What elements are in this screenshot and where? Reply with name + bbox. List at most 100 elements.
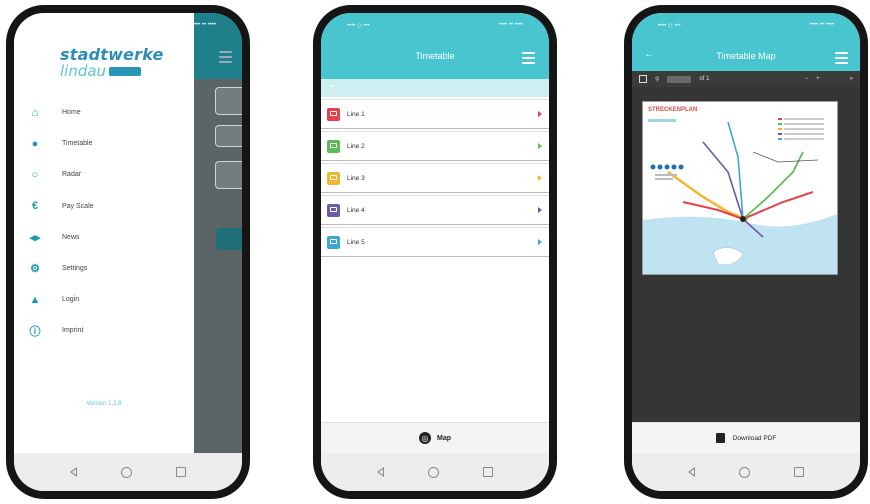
status-left: •••• ◇ ••• <box>658 22 681 29</box>
screen: •••• ◇ ••• •••• •• •••• ← Timetable Map … <box>632 13 860 491</box>
list-item-line-1[interactable]: Line 1 <box>321 99 549 129</box>
search-icon[interactable]: ⚲ <box>655 76 659 83</box>
chevron-right-icon <box>538 111 542 117</box>
chevron-right-icon <box>538 143 542 149</box>
android-nav-bar <box>14 453 242 491</box>
menu-label: Home <box>62 109 81 117</box>
status-bar: •••• ◇ ••• •••• •• •••• <box>321 13 549 37</box>
home-circle-icon[interactable] <box>121 466 132 478</box>
strip-text: ••• <box>329 84 335 90</box>
recents-icon[interactable] <box>794 467 804 477</box>
status-bar: •••• ◇ ••• •••• •• •••• <box>632 13 860 37</box>
radar-icon: ○ <box>31 168 39 181</box>
menu-label: Timetable <box>62 140 93 148</box>
line-label: Line 1 <box>347 110 365 118</box>
download-pdf-button[interactable]: Download PDF <box>632 422 860 453</box>
pdf-viewer[interactable]: STRECKENPLAN <box>632 87 860 423</box>
globe-icon: ◎ <box>419 432 431 444</box>
sidebar-toggle-icon[interactable] <box>639 75 647 83</box>
hamburger-icon[interactable] <box>522 52 535 64</box>
more-tools-button[interactable]: » <box>850 76 853 82</box>
back-icon[interactable] <box>377 467 384 477</box>
map-button[interactable]: ◎ Map <box>419 432 451 444</box>
back-icon[interactable] <box>688 467 695 477</box>
list-item-line-4[interactable]: Line 4 <box>321 195 549 225</box>
menu-item-timetable[interactable]: ● Timetable <box>28 128 94 159</box>
phone-drawer: •••• ◇ ••• •••• •• •••• stadtwerke linda… <box>6 5 250 499</box>
android-nav-bar <box>632 453 860 491</box>
bus-icon <box>327 171 340 185</box>
stadtwerke-logo: stadtwerke lindau <box>60 45 164 80</box>
zoom-out-button[interactable]: − <box>805 76 809 82</box>
recents-icon[interactable] <box>176 467 186 477</box>
bus-icon <box>327 235 340 249</box>
list-item-line-5[interactable]: Line 5 <box>321 227 549 257</box>
page-number-input[interactable] <box>667 75 692 83</box>
menu-item-home[interactable]: ⌂ Home <box>28 97 94 128</box>
route-map-graphic <box>643 118 837 274</box>
drawer-menu: ⌂ Home ● Timetable ○ Radar € Pay Scale ◂… <box>28 97 94 347</box>
phone-timetable: •••• ◇ ••• •••• •• •••• Timetable ••• Li… <box>313 5 557 499</box>
background-field <box>215 161 242 189</box>
home-circle-icon[interactable] <box>428 466 439 478</box>
navigation-drawer: stadtwerke lindau ⌂ Home ● Timetable ○ R… <box>14 13 194 453</box>
page-title: Timetable Map <box>716 51 776 61</box>
status-left: •••• ◇ ••• <box>347 22 370 29</box>
line-label: Line 3 <box>347 174 365 182</box>
info-icon: ⓘ <box>29 325 41 338</box>
menu-item-login[interactable]: ▲ Login <box>28 284 94 315</box>
background-field <box>215 87 242 115</box>
line-label: Line 5 <box>347 238 365 246</box>
chevron-right-icon <box>538 239 542 245</box>
bus-icon <box>327 203 340 217</box>
status-right: •••• •• •••• <box>191 22 216 28</box>
bus-icon <box>327 107 340 121</box>
zoom-in-button[interactable]: + <box>816 76 820 82</box>
download-icon <box>715 433 725 443</box>
pdf-toolbar: ⚲ of 1 − + » <box>632 71 860 87</box>
logo-badge <box>109 66 142 76</box>
menu-item-news[interactable]: ◂▸ News <box>28 222 94 253</box>
android-nav-bar <box>321 453 549 491</box>
chevron-right-icon <box>538 175 542 181</box>
hamburger-icon <box>219 51 232 63</box>
menu-item-imprint[interactable]: ⓘ Imprint <box>28 315 94 346</box>
page-count: of 1 <box>699 76 710 82</box>
logo-line2: lindau <box>60 62 107 80</box>
screen: •••• ◇ ••• •••• •• •••• Timetable ••• Li… <box>321 13 549 491</box>
chevron-right-icon <box>538 207 542 213</box>
menu-label: News <box>62 233 80 241</box>
network-map-image: STRECKENPLAN <box>642 101 838 275</box>
screen: •••• ◇ ••• •••• •• •••• stadtwerke linda… <box>14 13 242 491</box>
line-list: Line 1 Line 2 Line 3 Line 4 Line 5 <box>321 99 549 259</box>
home-circle-icon[interactable] <box>739 466 750 478</box>
menu-item-settings[interactable]: ⚙ Settings <box>28 253 94 284</box>
menu-item-radar[interactable]: ○ Radar <box>28 159 94 190</box>
news-icon: ◂▸ <box>29 231 41 244</box>
list-item-line-2[interactable]: Line 2 <box>321 131 549 161</box>
map-label: Map <box>437 434 451 442</box>
app-version: Version 1.2.8 <box>86 401 122 407</box>
menu-label: Settings <box>62 265 88 273</box>
menu-item-pay-scale[interactable]: € Pay Scale <box>28 191 94 222</box>
sub-header-strip: ••• <box>321 79 549 97</box>
list-item-line-3[interactable]: Line 3 <box>321 163 549 193</box>
status-right: •••• •• •••• <box>498 22 523 28</box>
bus-icon <box>327 139 340 153</box>
download-label: Download PDF <box>732 434 777 442</box>
status-right: •••• •• •••• <box>809 22 834 28</box>
menu-label: Pay Scale <box>62 202 94 210</box>
line-label: Line 4 <box>347 206 365 214</box>
menu-label: Radar <box>62 171 82 179</box>
timetable-icon: ● <box>31 137 39 150</box>
page-title: Timetable <box>415 51 455 61</box>
euro-icon: € <box>31 200 39 213</box>
home-icon: ⌂ <box>31 106 39 119</box>
background-field <box>215 125 242 147</box>
bottom-bar: ◎ Map <box>321 422 549 453</box>
user-icon: ▲ <box>29 293 41 306</box>
hamburger-icon[interactable] <box>835 52 848 64</box>
recents-icon[interactable] <box>483 467 493 477</box>
background-button <box>216 228 242 250</box>
back-icon[interactable] <box>70 467 77 477</box>
